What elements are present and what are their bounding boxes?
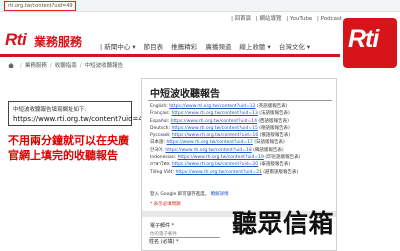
url-callout: 中短波收聽報告填寫網址如下: https://www.rti.org.tw/co… xyxy=(8,101,147,126)
learn-more-link[interactable]: 瞭解詳情 xyxy=(211,192,229,197)
language-link[interactable]: https://www.rti.org.tw/content?uid=17 xyxy=(166,140,252,145)
language-link[interactable]: https://www.rti.org.tw/content?uid=19 xyxy=(178,155,264,160)
address-bar: rti.org.tw/content?uid=49 xyxy=(0,0,400,12)
url-text: rti.org.tw/content?uid=49 xyxy=(8,3,73,9)
form-title: 中短波收聽報告 xyxy=(150,89,220,100)
language-link[interactable]: https://www.rti.org.tw/content?uid=18 xyxy=(165,148,251,153)
main-nav: | 新聞中心 ▾ 節目表 推薦精彩 廣播頻道 線上收聽 ▾ 台灣文化 ▾ xyxy=(100,41,316,51)
rti-badge-logo: Rti xyxy=(348,25,379,53)
youtube-link[interactable]: | YouTube xyxy=(286,16,312,22)
nav-divider xyxy=(0,54,340,57)
language-link[interactable]: https://www.rti.org.tw/content?uid=14 xyxy=(171,119,257,124)
breadcrumb: / 業務服務 / 收聽指南 / 中短波收聽報告 xyxy=(8,61,123,69)
top-links: | 回首頁 | 網站導覽 | YouTube | Podcast xyxy=(228,14,342,22)
callout-url: https://www.rti.org.tw/content?uid=49 xyxy=(13,115,148,123)
language-row: Tiếng Việt: https://www.rti.org.tw/conte… xyxy=(150,169,299,175)
breadcrumb-item[interactable]: 業務服務 xyxy=(25,63,47,69)
breadcrumb-item: 中短波收聽報告 xyxy=(84,63,124,69)
language-row: ภาษาไทย: https://www.rti.org.tw/content?… xyxy=(150,162,291,168)
language-row: 한국어: https://www.rti.org.tw/content?uid=… xyxy=(150,147,284,153)
language-link[interactable]: https://www.rti.org.tw/content?uid=15 xyxy=(171,126,257,131)
language-row: Deutsch: https://www.rti.org.tw/content?… xyxy=(150,125,290,131)
name-label: 姓名 (必填) * xyxy=(149,239,179,245)
nav-featured[interactable]: 推薦精彩 xyxy=(171,43,197,51)
url-field[interactable]: rti.org.tw/content?uid=49 xyxy=(4,1,76,11)
nav-schedule[interactable]: 節目表 xyxy=(144,43,164,51)
home-icon[interactable] xyxy=(8,63,14,68)
listener-mailbox-caption: 聽眾信箱 xyxy=(232,209,335,238)
email-label: 電子郵件 * xyxy=(150,223,175,229)
nav-culture[interactable]: 台灣文化 ▾ xyxy=(279,43,310,51)
language-list: English: https://www.rti.org.tw/content?… xyxy=(150,103,336,176)
nav-news[interactable]: | 新聞中心 ▾ xyxy=(100,43,136,51)
rti-badge: Rti xyxy=(343,18,397,68)
title-underline xyxy=(148,100,332,101)
language-link[interactable]: https://www.rti.org.tw/content?uid=13 xyxy=(172,111,258,116)
language-link[interactable]: https://www.rti.org.tw/content?uid=12 xyxy=(169,104,255,109)
nav-listen[interactable]: 線上收聽 ▾ xyxy=(239,43,270,51)
language-row: 日本語: https://www.rti.org.tw/content?uid=… xyxy=(150,140,285,146)
podcast-link[interactable]: | Podcast xyxy=(317,16,342,22)
rti-logo[interactable]: Rti xyxy=(5,30,27,50)
sitemap-link[interactable]: | 網站導覽 xyxy=(256,16,282,22)
promo-note: 不用兩分鐘就可以在央廣官網上填完的收聽報告 xyxy=(8,134,129,162)
breadcrumb-item[interactable]: 收聽指南 xyxy=(55,63,77,69)
language-row: Español: https://www.rti.org.tw/content?… xyxy=(150,118,289,124)
language-row: Français: https://www.rti.org.tw/content… xyxy=(150,111,290,117)
language-row: English: https://www.rti.org.tw/content?… xyxy=(150,104,288,109)
language-link[interactable]: https://www.rti.org.tw/content?uid=16 xyxy=(172,133,258,138)
site-name: 業務服務 xyxy=(34,35,83,49)
callout-label: 中短波收聽報告填寫網址如下: xyxy=(13,107,87,113)
language-row: Русский: https://www.rti.org.tw/content?… xyxy=(150,133,291,139)
home-link[interactable]: | 回首頁 xyxy=(231,16,251,22)
required-note: * 表示必填問題 xyxy=(150,202,181,207)
language-row: Indonesian: https://www.rti.org.tw/conte… xyxy=(150,155,301,161)
language-link[interactable]: https://www.rti.org.tw/content?uid=21 xyxy=(175,170,261,175)
language-link[interactable]: https://www.rti.org.tw/content?uid=20 xyxy=(172,162,258,167)
signin-note: 登入 Google 即可儲存進度。 瞭解詳情 xyxy=(150,192,229,197)
nav-channels[interactable]: 廣播頻道 xyxy=(205,43,231,51)
